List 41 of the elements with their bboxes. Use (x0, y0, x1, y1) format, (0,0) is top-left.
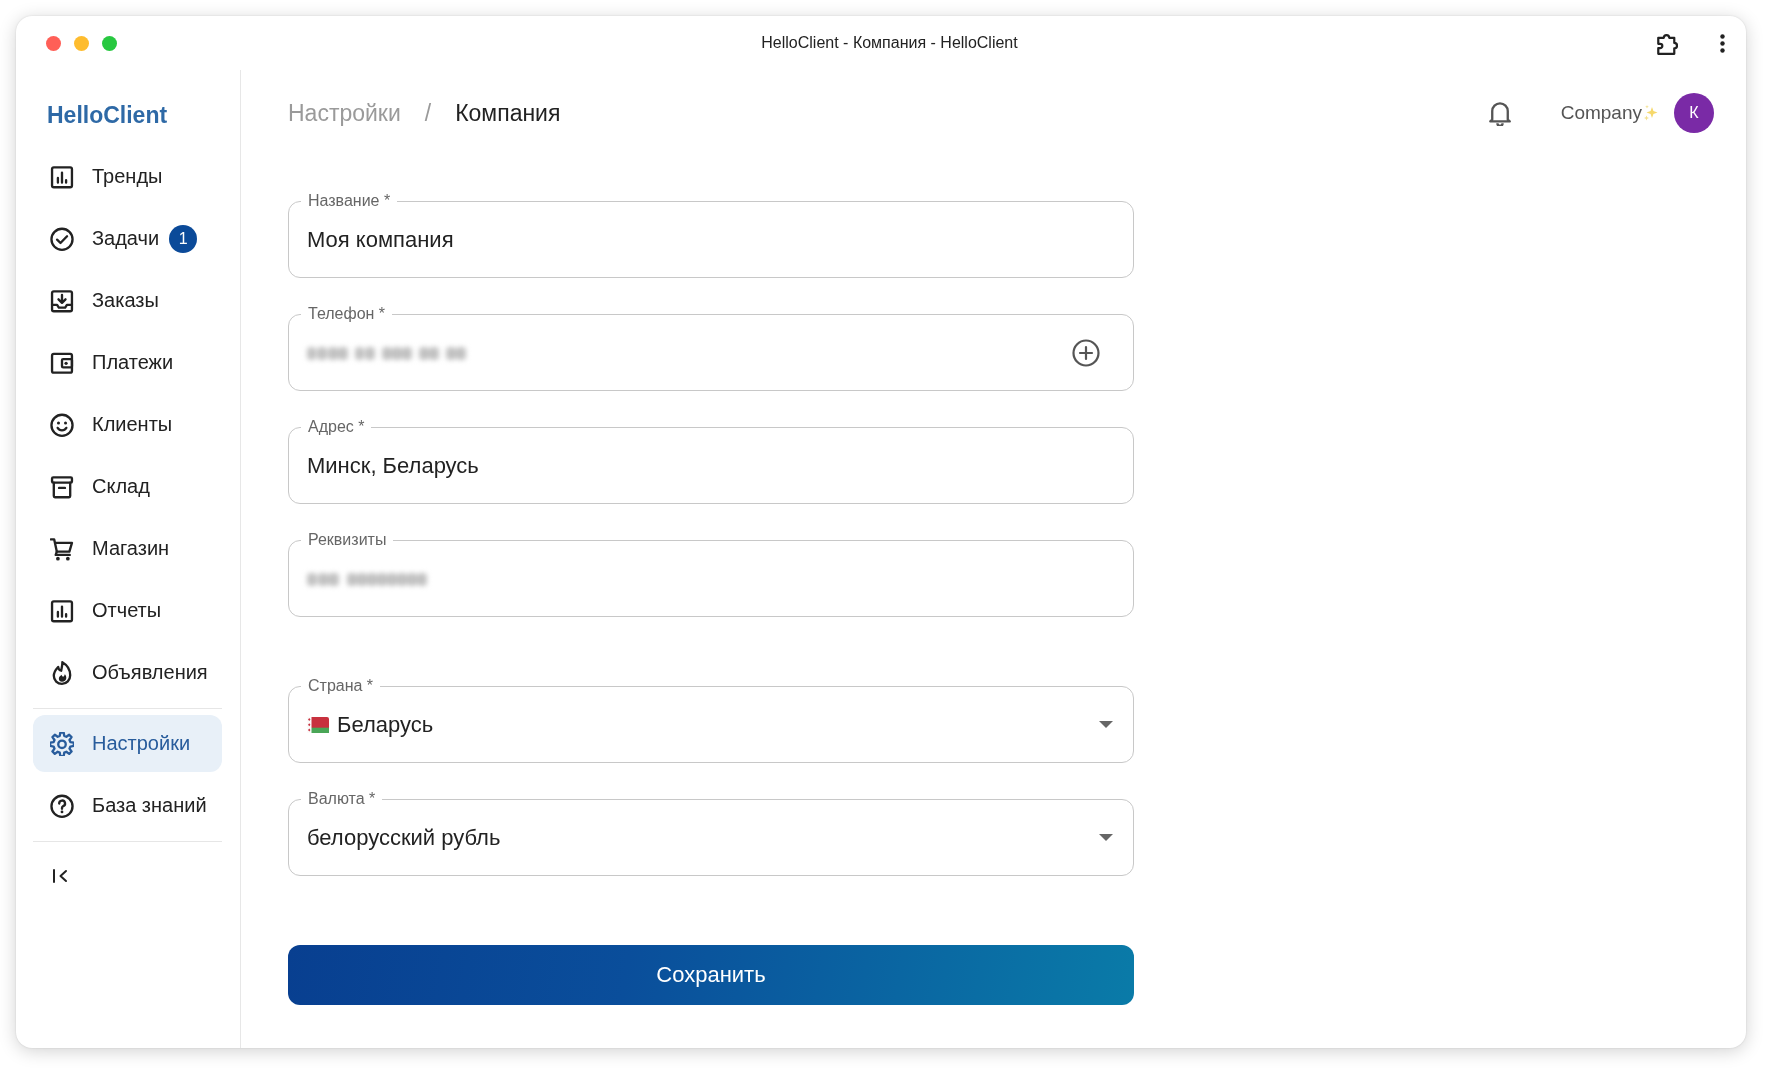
sidebar-item[interactable]: Тренды (33, 148, 222, 205)
more-icon[interactable] (1720, 33, 1725, 53)
save-button[interactable]: Сохранить (288, 945, 1134, 1005)
close-icon[interactable] (46, 35, 61, 51)
sidebar-item[interactable]: Заказы (33, 272, 222, 329)
caret-icon[interactable] (1099, 834, 1113, 841)
window-title: HelloClient - Компания - HelloClient (761, 34, 1018, 52)
app-logo: HelloClient (46, 101, 169, 129)
bar-chart-icon (50, 598, 74, 623)
sparkle-icon (1643, 104, 1659, 122)
count-badge: 1 (169, 224, 198, 253)
settings-icon (50, 731, 74, 756)
sidebar-item[interactable]: Платежи (33, 334, 222, 391)
sidebar-item[interactable]: Склад (33, 458, 222, 515)
cart-icon (50, 536, 74, 561)
field-label: Адрес * (301, 417, 372, 437)
field-label: Страна * (301, 676, 381, 696)
collapse-icon[interactable] (52, 869, 68, 883)
flame-icon (50, 660, 74, 685)
breadcrumb-separator: / (424, 99, 432, 127)
sidebar-item[interactable]: Объявления (33, 644, 222, 701)
archive-box-icon (50, 474, 74, 499)
add-circle-icon[interactable] (1072, 338, 1100, 367)
avatar[interactable]: К (1674, 93, 1714, 133)
wallet-icon (50, 350, 74, 375)
sidebar-item[interactable]: Настройки (33, 715, 222, 772)
help-icon (50, 793, 74, 818)
check-circle-icon (50, 226, 74, 251)
sidebar-item[interactable]: Отчеты (33, 582, 222, 639)
field-label: Телефон * (301, 304, 393, 324)
sidebar-item[interactable]: База знаний (33, 777, 222, 834)
notification-bell-icon[interactable] (1488, 100, 1511, 126)
breadcrumb-current: Компания (455, 99, 561, 127)
puzzle-icon[interactable] (1657, 31, 1678, 55)
sidebar-item[interactable]: Магазин (33, 520, 222, 577)
sidebar-item[interactable]: Задачи 1 (33, 210, 222, 267)
bar-chart-icon (50, 164, 74, 189)
caret-icon[interactable] (1099, 721, 1113, 728)
smiley-icon (50, 412, 74, 437)
sidebar-item[interactable]: Клиенты (33, 396, 222, 453)
account-name[interactable]: Company (1560, 102, 1642, 124)
